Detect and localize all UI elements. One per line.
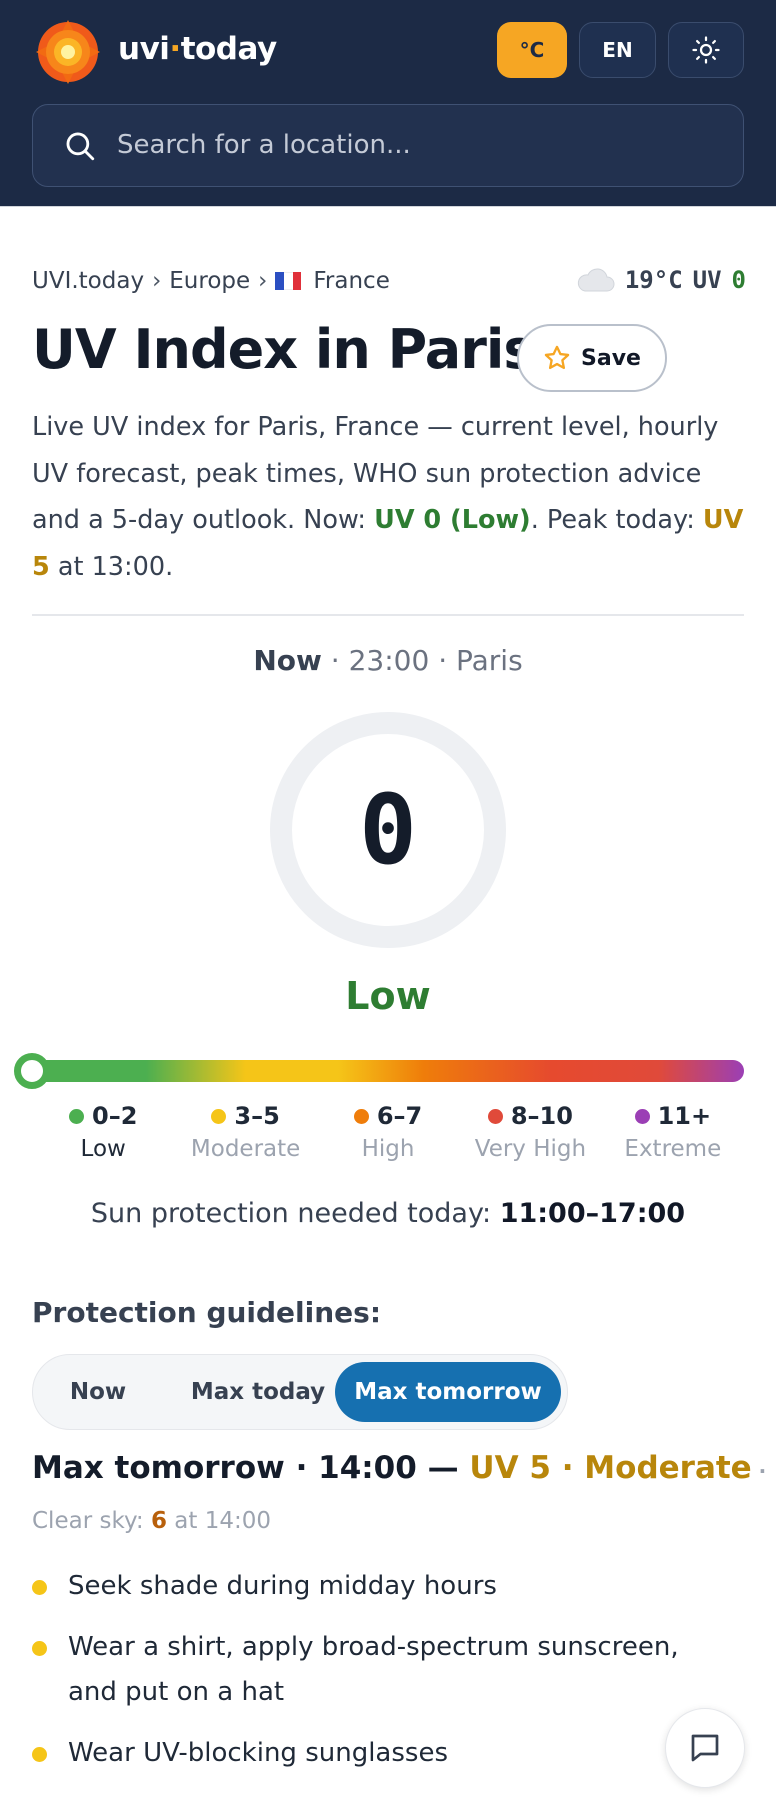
breadcrumb-france[interactable]: France [313, 268, 389, 294]
legend-range: 8–10 [510, 1102, 573, 1130]
current-uv-value: 0 [731, 266, 746, 294]
uv-scale-marker [14, 1053, 50, 1089]
current-temp: 19°C [624, 266, 683, 294]
divider [32, 614, 744, 616]
uv-level-label: Low [345, 974, 431, 1018]
search-icon [66, 132, 95, 161]
now-label: Now [253, 644, 322, 677]
legend-item-moderate: 3–5 Moderate [174, 1102, 316, 1162]
now-sep: · [330, 644, 340, 677]
france-flag-icon [275, 272, 302, 290]
tip-item: Wear a shirt, apply broad-spectrum sunsc… [32, 1625, 732, 1715]
tab-now[interactable]: Now [43, 1362, 153, 1422]
sun-icon [692, 36, 720, 64]
sun-logo-icon[interactable] [34, 18, 102, 86]
uv-scale-legend: 0–2 Low 3–5 Moderate 6–7 High 8–10 Very … [32, 1102, 744, 1162]
legend-label: Very High [474, 1136, 587, 1162]
current-weather: 19°C UV 0 [575, 266, 746, 294]
tip-item: Wear UV-blocking sunglasses [32, 1731, 732, 1776]
legend-dot [211, 1108, 227, 1124]
breadcrumb-home[interactable]: UVI.today [32, 268, 144, 294]
legend-label: Low [80, 1136, 126, 1162]
legend-range: 3–5 [234, 1102, 280, 1130]
guidelines-title: Protection guidelines: [32, 1296, 382, 1329]
legend-label: Extreme [624, 1136, 722, 1162]
search-input[interactable] [117, 105, 717, 185]
brand-tld: today [180, 31, 277, 67]
breadcrumb-separator: › [258, 268, 268, 294]
chat-button[interactable] [665, 1708, 745, 1788]
tab-max-today[interactable]: Max today [163, 1362, 353, 1422]
uv-scale-bar [32, 1060, 744, 1082]
now-city: Paris [456, 644, 523, 677]
site-header: uvi·today °C EN [0, 0, 776, 207]
legend-range: 0–2 [92, 1102, 138, 1130]
clear-sky-value: 6 [150, 1508, 167, 1534]
heading-tail: · [751, 1459, 767, 1483]
page-description: Live UV index for Paris, France — curren… [32, 404, 752, 590]
protection-window: 11:00–17:00 [499, 1198, 686, 1229]
legend-dot [487, 1108, 503, 1124]
legend-item-high: 6–7 High [317, 1102, 459, 1162]
theme-toggle-button[interactable] [668, 22, 744, 78]
description-text: at 13:00. [49, 551, 174, 582]
legend-range: 6–7 [376, 1102, 423, 1130]
save-button[interactable]: Save [517, 324, 667, 392]
cloud-icon [577, 268, 615, 292]
legend-range: 11+ [657, 1102, 712, 1130]
search-box[interactable] [32, 104, 744, 187]
heading-uv: UV 5 · Moderate [469, 1450, 752, 1486]
now-header: Now · 23:00 · Paris [0, 644, 776, 677]
description-text: . Peak today: [530, 505, 703, 535]
clear-sky-time: at 14:00 [174, 1508, 271, 1534]
description-now-uv: UV 0 (Low) [374, 505, 531, 535]
tab-max-tomorrow[interactable]: Max tomorrow [335, 1362, 561, 1422]
legend-item-low: 0–2 Low [32, 1102, 174, 1162]
save-label: Save [581, 345, 641, 371]
unit-toggle-button[interactable]: °C [497, 22, 567, 78]
tip-item: Seek shade during midday hours [32, 1564, 732, 1609]
star-icon [544, 345, 570, 370]
legend-dot [634, 1108, 650, 1124]
page-title: UV Index in Paris [32, 318, 535, 381]
now-sep: · [438, 644, 448, 677]
legend-item-very-high: 8–10 Very High [459, 1102, 601, 1162]
brand-main: uvi [118, 31, 170, 67]
breadcrumb: UVI.today › Europe › France [32, 268, 390, 294]
now-time: 23:00 [348, 644, 430, 677]
protection-tips: Seek shade during midday hours Wear a sh… [32, 1564, 732, 1792]
protection-label: Sun protection needed today: [90, 1198, 492, 1229]
clear-sky-note: Clear sky: 6 at 14:00 [32, 1508, 271, 1534]
guidelines-tabs: Now Max today Max tomorrow [32, 1354, 568, 1430]
brand-name[interactable]: uvi·today [118, 31, 277, 67]
legend-dot [353, 1108, 369, 1124]
legend-label: High [361, 1136, 415, 1162]
heading-prefix: Max tomorrow · 14:00 — [32, 1450, 470, 1486]
legend-label: Moderate [190, 1136, 301, 1162]
breadcrumb-separator: › [152, 268, 162, 294]
uv-current-value: 0 [359, 774, 417, 886]
chat-bubble-icon [691, 1734, 719, 1762]
guideline-heading: Max tomorrow · 14:00 — UV 5 · Moderate · [32, 1450, 766, 1486]
sun-protection-window: Sun protection needed today: 11:00–17:00 [0, 1198, 776, 1229]
language-button[interactable]: EN [579, 22, 656, 78]
legend-dot [69, 1108, 84, 1124]
breadcrumb-europe[interactable]: Europe [169, 268, 250, 294]
current-uv-label: UV [692, 266, 722, 294]
clear-sky-label: Clear sky: [32, 1508, 144, 1534]
legend-item-extreme: 11+ Extreme [602, 1102, 744, 1162]
brand-dot: · [169, 31, 181, 67]
